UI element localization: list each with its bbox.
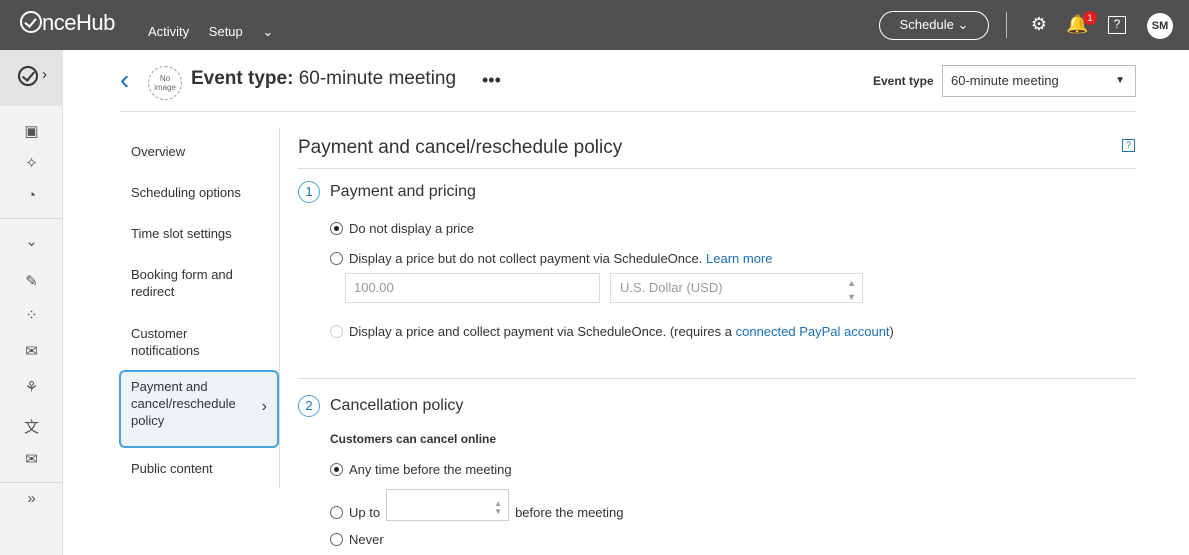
avatar[interactable]: SM: [1147, 13, 1173, 39]
check-circle-icon: [18, 66, 38, 86]
price-input-value: 100.00: [354, 280, 394, 295]
nav-activity[interactable]: Activity: [148, 24, 189, 39]
chevron-down-icon: ⌄: [262, 24, 274, 39]
radio-up-to-suffix: before the meeting: [515, 505, 624, 520]
schedule-button-label: Schedule: [899, 17, 954, 32]
radio-unselected-icon: [330, 506, 343, 519]
menu-item-public-content[interactable]: Public content: [119, 460, 279, 477]
integrations-icon[interactable]: ✧: [0, 154, 63, 172]
event-type-value: 60-minute meeting: [951, 73, 1059, 88]
price-input[interactable]: 100.00: [345, 273, 600, 303]
menu-item-overview[interactable]: Overview: [119, 143, 279, 160]
radio-any-time-label: Any time before the meeting: [349, 462, 512, 477]
oncehub-logo[interactable]: nceHub: [20, 10, 115, 36]
help-icon[interactable]: ?: [1122, 139, 1135, 152]
chevron-down-icon: ⌄: [957, 17, 969, 32]
rail-divider: [0, 218, 63, 219]
top-bar: nceHub Activity Setup ⌄ Schedule ⌄ ⚙ 🔔 1…: [0, 0, 1189, 50]
dashboard-icon[interactable]: ▣: [0, 122, 63, 140]
section-divider: [298, 168, 1136, 169]
header-divider: [120, 111, 1136, 112]
learn-more-link[interactable]: Learn more: [706, 251, 772, 266]
paren-close: ): [889, 324, 894, 339]
rail-divider: [0, 482, 63, 483]
workflow-icon[interactable]: ⁘: [0, 306, 63, 324]
cancellation-policy-title: Cancellation policy: [330, 397, 464, 414]
menu-divider: [279, 128, 280, 488]
edit-form-icon[interactable]: ✎: [0, 272, 63, 290]
payment-icon[interactable]: ⚘: [0, 378, 63, 396]
nav-setup[interactable]: Setup ⌄: [209, 24, 290, 39]
radio-disabled-icon: [330, 325, 343, 338]
step-number-1: 1: [298, 181, 320, 203]
menu-item-payment-policy[interactable]: Payment and cancel/reschedule policy ›: [119, 370, 279, 448]
radio-unselected-icon: [330, 533, 343, 546]
spinner-arrows-icon: ▲ ▼: [847, 278, 856, 302]
paypal-account-link[interactable]: connected PayPal account: [736, 324, 890, 339]
currency-select[interactable]: U.S. Dollar (USD) ▲ ▼: [610, 273, 863, 303]
logo-text: nceHub: [42, 10, 115, 35]
expand-double-chevron-icon[interactable]: »: [0, 490, 63, 507]
section-title: Payment and cancel/reschedule policy: [298, 137, 623, 158]
menu-item-booking-form[interactable]: Booking form and redirect: [119, 266, 249, 300]
radio-up-to[interactable]: Up to ▲ ▼ before the meeting: [330, 488, 624, 529]
radio-collect-payment[interactable]: Display a price and collect payment via …: [330, 324, 894, 340]
payment-pricing-title: Payment and pricing: [330, 183, 476, 200]
nav-setup-label: Setup: [208, 24, 243, 39]
check-circle-icon: [20, 11, 42, 33]
schedule-button[interactable]: Schedule ⌄: [879, 11, 989, 40]
radio-unselected-icon: [330, 252, 343, 265]
menu-item-time-slot-settings[interactable]: Time slot settings: [119, 225, 279, 242]
step-number-2: 2: [298, 395, 320, 417]
menu-item-scheduling-options[interactable]: Scheduling options: [119, 184, 279, 201]
page-title-name: 60-minute meeting: [298, 68, 457, 89]
menu-item-payment-policy-label: Payment and cancel/reschedule policy: [131, 379, 236, 428]
radio-collect-payment-label: Display a price and collect payment via …: [349, 324, 732, 339]
section-divider: [298, 378, 1136, 379]
left-icon-rail: › ▣ ✧ ◔ ⌄ ✎ ⁘ ✉ ⚘ 文 ✉ »: [0, 50, 63, 555]
more-options-icon[interactable]: •••: [482, 70, 501, 91]
page-title: Event type: 60-minute meeting: [191, 68, 456, 90]
page-title-prefix: Event type:: [191, 68, 294, 89]
email-edit-icon[interactable]: ✉: [0, 342, 63, 360]
radio-never-label: Never: [349, 532, 384, 547]
radio-never[interactable]: Never: [330, 532, 384, 548]
email-settings-icon[interactable]: ✉: [0, 450, 63, 468]
chevron-down-icon[interactable]: ⌄: [0, 232, 63, 250]
spinner-arrows-icon: ▲ ▼: [494, 498, 503, 516]
event-type-label: Event type: [873, 74, 934, 88]
topbar-divider: [1006, 12, 1007, 38]
customers-cancel-label: Customers can cancel online: [330, 432, 497, 446]
help-icon[interactable]: ?: [1108, 16, 1126, 34]
translate-icon[interactable]: 文: [0, 416, 63, 437]
currency-value: U.S. Dollar (USD): [620, 280, 723, 295]
event-image-placeholder[interactable]: No image: [148, 66, 182, 100]
radio-selected-icon: [330, 222, 343, 235]
gear-icon[interactable]: ⚙: [1028, 13, 1050, 35]
chevron-right-icon: ›: [42, 66, 47, 83]
radio-selected-icon: [330, 463, 343, 476]
top-nav: Activity Setup ⌄: [148, 24, 305, 40]
up-to-duration-select[interactable]: ▲ ▼: [386, 488, 510, 521]
rail-header[interactable]: ›: [0, 50, 63, 106]
radio-display-price[interactable]: Display a price but do not collect payme…: [330, 251, 772, 267]
pie-chart-icon[interactable]: ◔: [0, 187, 63, 204]
radio-up-to-label: Up to: [349, 505, 381, 520]
event-type-select[interactable]: 60-minute meeting ▼: [942, 65, 1136, 97]
radio-any-time[interactable]: Any time before the meeting: [330, 462, 512, 478]
radio-no-price[interactable]: Do not display a price: [330, 221, 474, 237]
chevron-right-icon: ›: [261, 398, 267, 415]
notification-badge: 1: [1083, 11, 1097, 25]
back-arrow-icon[interactable]: ‹: [120, 66, 129, 94]
radio-no-price-label: Do not display a price: [349, 221, 475, 236]
radio-display-price-label: Display a price but do not collect payme…: [349, 251, 703, 266]
caret-down-icon: ▼: [1115, 75, 1125, 86]
menu-item-customer-notifications[interactable]: Customer notifications: [119, 325, 229, 359]
